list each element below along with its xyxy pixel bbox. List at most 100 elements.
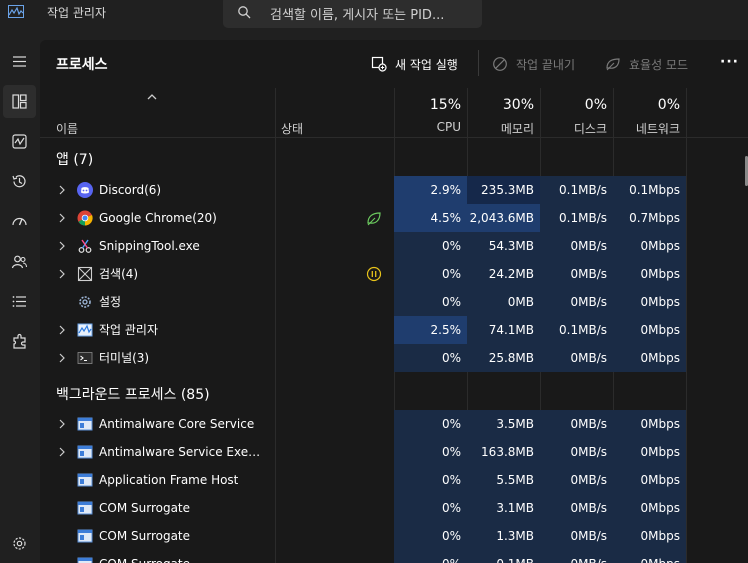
- table-row[interactable]: COM Surrogate 0% 1.3MB 0MB/s 0Mbps: [40, 522, 748, 550]
- chevron-right-icon[interactable]: [58, 269, 66, 279]
- table-row[interactable]: 설정 0% 0MB 0MB/s 0Mbps: [40, 288, 748, 316]
- end-task-button[interactable]: 작업 끝내기: [492, 50, 575, 78]
- process-table: 이름 상태 15% CPU 30% 메모리 0% 디스크 0% 네트워크 앱 (…: [40, 88, 748, 563]
- network-value: 0Mbps: [613, 522, 686, 550]
- process-name: SnippingTool.exe: [99, 239, 200, 253]
- hamburger-icon: [13, 56, 26, 67]
- column-header-network[interactable]: 0% 네트워크: [613, 88, 686, 138]
- search-box[interactable]: 검색할 이름, 게시자 또는 PID...: [223, 0, 482, 28]
- efficiency-mode-button[interactable]: 효율성 모드: [605, 50, 688, 78]
- table-row[interactable]: Antimalware Core Service 0% 3.5MB 0MB/s …: [40, 410, 748, 438]
- gear-icon: [13, 537, 26, 550]
- column-header-label: 상태: [281, 122, 304, 136]
- table-row[interactable]: Discord(6) 2.9% 235.3MB 0.1MB/s 0.1Mbps: [40, 176, 748, 204]
- memory-value: 3.5MB: [467, 410, 540, 438]
- disk-value: 0.1MB/s: [540, 204, 613, 232]
- disk-value: 0MB/s: [540, 410, 613, 438]
- network-value: 0Mbps: [613, 438, 686, 466]
- cpu-value: 0%: [394, 344, 467, 372]
- navigation-rail: [0, 40, 40, 563]
- nav-startup[interactable]: [3, 205, 36, 238]
- chevron-right-icon[interactable]: [58, 213, 66, 223]
- chevron-right-icon[interactable]: [58, 447, 66, 457]
- table-row[interactable]: COM Surrogate 0% 0.1MB 0MB/s 0Mbps: [40, 550, 748, 563]
- hamburger-menu-button[interactable]: [3, 45, 36, 78]
- process-name: 터미널(3): [99, 351, 150, 365]
- table-row[interactable]: 터미널(3) 0% 25.8MB 0MB/s 0Mbps: [40, 344, 748, 372]
- search-input[interactable]: 검색할 이름, 게시자 또는 PID...: [270, 4, 444, 23]
- network-value: 0Mbps: [613, 466, 686, 494]
- disk-value: 0MB/s: [540, 260, 613, 288]
- close-icon[interactable]: [724, 0, 736, 4]
- memory-total: 30%: [502, 97, 534, 113]
- table-row[interactable]: 작업 관리자 2.5% 74.1MB 0.1MB/s 0Mbps: [40, 316, 748, 344]
- nav-details[interactable]: [3, 285, 36, 318]
- performance-icon: [12, 134, 27, 149]
- leaf-icon: [367, 212, 381, 226]
- process-name: 설정: [99, 295, 122, 309]
- table-row[interactable]: Google Chrome(20) 4.5% 2,043.6MB 0.1MB/s…: [40, 204, 748, 232]
- process-name: COM Surrogate: [99, 529, 191, 543]
- chrome-icon: [77, 210, 93, 226]
- network-value: 0Mbps: [613, 260, 686, 288]
- disk-value: 0MB/s: [540, 288, 613, 316]
- process-name: COM Surrogate: [99, 550, 190, 563]
- chevron-right-icon[interactable]: [58, 325, 66, 335]
- memory-value: 24.2MB: [467, 260, 540, 288]
- nav-performance[interactable]: [3, 125, 36, 158]
- table-row[interactable]: Application Frame Host 0% 5.5MB 0MB/s 0M…: [40, 466, 748, 494]
- memory-value: 2,043.6MB: [467, 204, 540, 232]
- process-name: Discord(6): [99, 183, 162, 197]
- disk-value: 0MB/s: [540, 344, 613, 372]
- memory-value: 5.5MB: [467, 466, 540, 494]
- memory-value: 25.8MB: [467, 344, 540, 372]
- table-row[interactable]: Antimalware Service Executable 0% 163.8M…: [40, 438, 748, 466]
- nav-app-history[interactable]: [3, 165, 36, 198]
- column-header-label: CPU: [436, 120, 461, 134]
- chevron-right-icon[interactable]: [58, 419, 66, 429]
- disk-value: 0MB/s: [540, 466, 613, 494]
- process-name: 검색(4): [99, 267, 139, 281]
- column-header-disk[interactable]: 0% 디스크: [540, 88, 613, 138]
- column-header-memory[interactable]: 30% 메모리: [467, 88, 540, 138]
- service-window-icon: [77, 445, 93, 459]
- leaf-icon: [606, 58, 620, 71]
- memory-value: 0MB: [467, 288, 540, 316]
- table-header: 이름 상태 15% CPU 30% 메모리 0% 디스크 0% 네트워크: [40, 88, 748, 138]
- memory-value: 1.3MB: [467, 522, 540, 550]
- new-task-icon: [371, 56, 387, 72]
- nav-users[interactable]: [3, 245, 36, 278]
- cpu-value: 0%: [394, 438, 467, 466]
- nav-settings[interactable]: [3, 527, 36, 560]
- column-header-label: 네트워크: [635, 122, 680, 136]
- chevron-right-icon[interactable]: [58, 241, 66, 251]
- network-value: 0Mbps: [613, 494, 686, 522]
- chevron-right-icon[interactable]: [58, 353, 66, 363]
- run-new-task-button[interactable]: 새 작업 실행: [371, 50, 458, 78]
- cpu-value: 0%: [394, 260, 467, 288]
- details-icon: [12, 296, 26, 307]
- maximize-icon[interactable]: [680, 0, 692, 4]
- more-options-button[interactable]: ···: [720, 54, 739, 70]
- table-row[interactable]: 검색(4) 0% 24.2MB 0MB/s 0Mbps: [40, 260, 748, 288]
- memory-value: 74.1MB: [467, 316, 540, 344]
- network-value: 0Mbps: [613, 550, 686, 563]
- minimize-icon[interactable]: [631, 0, 643, 4]
- chevron-right-icon[interactable]: [58, 185, 66, 195]
- nav-services[interactable]: [3, 325, 36, 358]
- startup-icon: [12, 217, 27, 226]
- process-name: 작업 관리자: [99, 323, 159, 337]
- column-header-name[interactable]: 이름: [40, 88, 275, 138]
- network-value: 0Mbps: [613, 288, 686, 316]
- column-header-status[interactable]: 상태: [275, 88, 394, 138]
- cpu-value: 4.5%: [394, 204, 467, 232]
- column-header-cpu[interactable]: 15% CPU: [394, 88, 467, 138]
- nav-processes[interactable]: [3, 85, 36, 118]
- table-row[interactable]: SnippingTool.exe 0% 54.3MB 0MB/s 0Mbps: [40, 232, 748, 260]
- end-task-icon: [493, 57, 507, 71]
- disk-value: 0MB/s: [540, 232, 613, 260]
- main-panel: 프로세스 새 작업 실행 작업 끝내기 효율성 모드 ··· 이름 상태 15%…: [40, 40, 748, 563]
- discord-icon: [77, 182, 93, 198]
- process-name: Antimalware Service Executable: [99, 445, 264, 459]
- table-row[interactable]: COM Surrogate 0% 3.1MB 0MB/s 0Mbps: [40, 494, 748, 522]
